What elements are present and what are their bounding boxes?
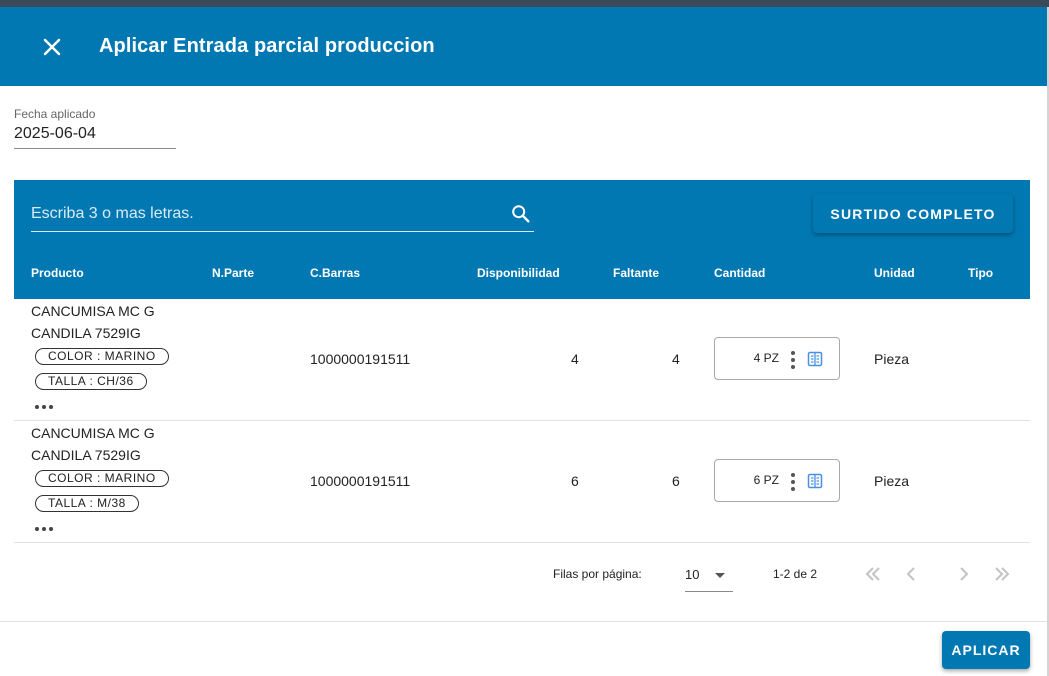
attribute-chip-color: COLOR : MARINO [35, 470, 169, 487]
search-icon[interactable] [510, 203, 532, 225]
unit-cell: Pieza [874, 351, 910, 367]
unit-cell: Pieza [874, 473, 910, 489]
page-range-text: 1-2 de 2 [773, 567, 818, 581]
dot [42, 527, 46, 531]
rows-per-page-value[interactable]: 10 [685, 567, 699, 582]
table-row: CANCUMISA MC G CANDILA 7529IG COLOR : MA… [14, 299, 1030, 421]
last-page-icon[interactable] [991, 563, 1013, 585]
column-header-cantidad[interactable]: Cantidad [714, 266, 765, 280]
column-header-unidad[interactable]: Unidad [874, 266, 915, 280]
next-page-icon[interactable] [953, 563, 975, 585]
barcode-cell: 1000000191511 [310, 351, 411, 367]
dot [35, 527, 39, 531]
footer-divider [0, 621, 1047, 622]
dot [49, 527, 53, 531]
table-toolbar: SURTIDO COMPLETO Producto N.Parte C.Barr… [14, 180, 1030, 299]
available-cell: 6 [571, 473, 579, 489]
barcode-scan-icon[interactable] [807, 351, 823, 367]
attribute-chip-size: TALLA : M/38 [35, 495, 139, 512]
surtido-completo-button[interactable]: SURTIDO COMPLETO [813, 194, 1013, 233]
rows-per-page-label: Filas por página: [553, 567, 642, 581]
dot [35, 405, 39, 409]
rows-per-page-select[interactable]: 10 [685, 559, 733, 592]
product-name-line1: CANCUMISA MC G [31, 303, 155, 319]
available-cell: 4 [571, 351, 579, 367]
barcode-scan-icon[interactable] [807, 473, 823, 489]
dot [42, 405, 46, 409]
dialog-header: Aplicar Entrada parcial produccion [0, 7, 1047, 86]
kebab-menu-icon[interactable] [791, 351, 795, 369]
dot [49, 405, 53, 409]
quantity-field[interactable]: 4 PZ [714, 337, 840, 380]
column-header-nparte[interactable]: N.Parte [212, 266, 254, 280]
search-input[interactable] [31, 201, 501, 227]
product-name-line2: CANDILA 7529IG [31, 325, 141, 341]
attribute-chip-size: TALLA : CH/36 [35, 373, 147, 390]
date-applied-label: Fecha aplicado [14, 107, 96, 121]
first-page-icon[interactable] [862, 563, 884, 585]
apply-button[interactable]: APLICAR [942, 631, 1030, 669]
product-name-line1: CANCUMISA MC G [31, 425, 155, 441]
table-row: CANCUMISA MC G CANDILA 7529IG COLOR : MA… [14, 421, 1030, 543]
quantity-value[interactable]: 4 PZ [754, 351, 779, 365]
kebab-menu-icon[interactable] [791, 473, 795, 491]
product-name-line2: CANDILA 7529IG [31, 447, 141, 463]
close-button[interactable] [38, 33, 66, 61]
column-header-producto[interactable]: Producto [31, 266, 84, 280]
barcode-cell: 1000000191511 [310, 473, 411, 489]
search-field [31, 197, 534, 232]
table-paginator: Filas por página: 10 1-2 de 2 [0, 555, 1049, 595]
close-icon [43, 38, 61, 56]
quantity-value[interactable]: 6 PZ [754, 473, 779, 487]
column-header-cbarras[interactable]: C.Barras [310, 266, 360, 280]
date-applied-value[interactable]: 2025-06-04 [14, 125, 96, 143]
window-top-strip [0, 0, 1049, 7]
quantity-field[interactable]: 6 PZ [714, 459, 840, 502]
chevron-down-icon[interactable] [715, 573, 725, 578]
more-attributes-button[interactable] [35, 525, 55, 533]
column-header-disponibilidad[interactable]: Disponibilidad [477, 266, 560, 280]
column-header-faltante[interactable]: Faltante [613, 266, 659, 280]
previous-page-icon[interactable] [900, 563, 922, 585]
missing-cell: 4 [672, 351, 680, 367]
date-applied-field[interactable]: Fecha aplicado 2025-06-04 [14, 106, 176, 149]
more-attributes-button[interactable] [35, 403, 55, 411]
column-header-tipo[interactable]: Tipo [968, 266, 993, 280]
missing-cell: 6 [672, 473, 680, 489]
attribute-chip-color: COLOR : MARINO [35, 348, 169, 365]
dialog-title: Aplicar Entrada parcial produccion [99, 35, 435, 57]
